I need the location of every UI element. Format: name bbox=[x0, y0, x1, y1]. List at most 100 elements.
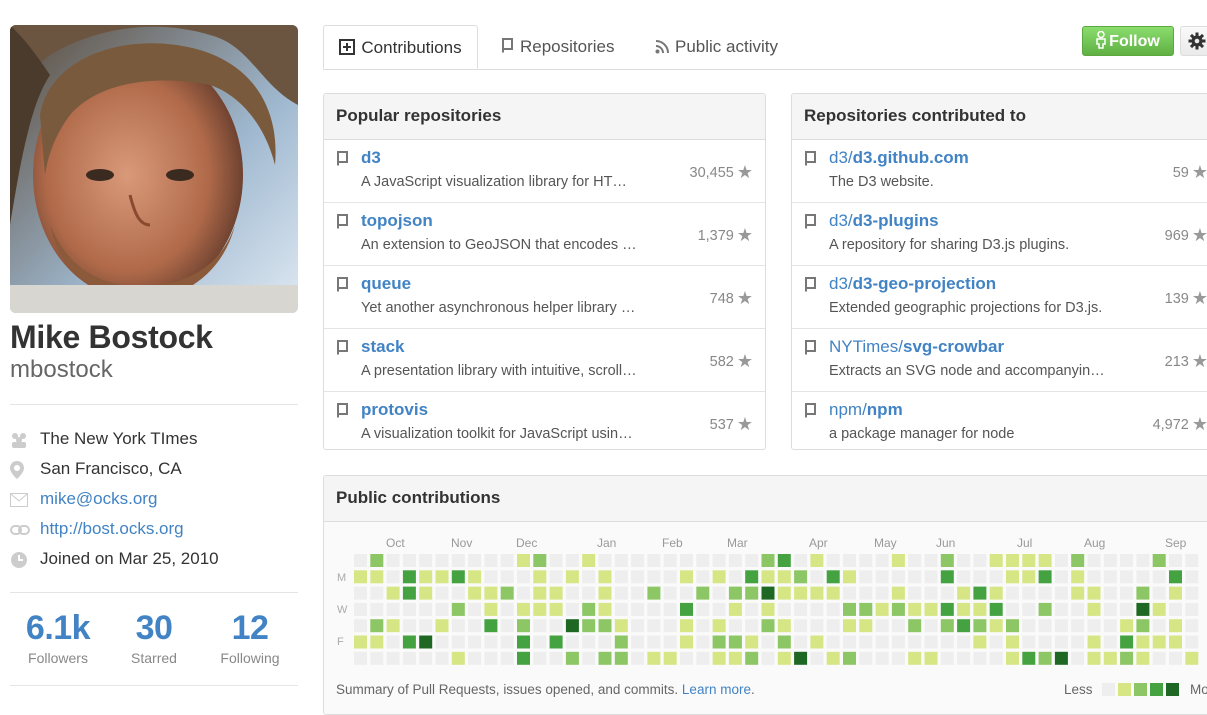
contribution-day[interactable] bbox=[924, 602, 938, 616]
repo-name-link[interactable]: d3 bbox=[361, 148, 381, 168]
repo-name-link[interactable]: d3/d3-plugins bbox=[829, 211, 939, 231]
contribution-day[interactable] bbox=[419, 651, 433, 665]
learn-more-link[interactable]: Learn more bbox=[682, 682, 751, 697]
contribution-day[interactable] bbox=[989, 570, 1003, 584]
contribution-day[interactable] bbox=[1071, 570, 1085, 584]
contribution-day[interactable] bbox=[875, 570, 889, 584]
contribution-day[interactable] bbox=[745, 586, 759, 600]
contribution-day[interactable] bbox=[1169, 586, 1182, 600]
contribution-day[interactable] bbox=[843, 635, 856, 649]
contribution-day[interactable] bbox=[1152, 635, 1166, 649]
contribution-day[interactable] bbox=[614, 602, 628, 616]
contribution-day[interactable] bbox=[1169, 619, 1182, 633]
contribution-day[interactable] bbox=[957, 635, 971, 649]
contribution-day[interactable] bbox=[435, 651, 449, 665]
contribution-day[interactable] bbox=[1185, 651, 1199, 665]
contribution-day[interactable] bbox=[826, 570, 840, 584]
contribution-day[interactable] bbox=[745, 554, 759, 567]
contribution-day[interactable] bbox=[500, 570, 514, 584]
contribution-day[interactable] bbox=[533, 602, 547, 616]
contribution-day[interactable] bbox=[598, 651, 612, 665]
contribution-day[interactable] bbox=[1038, 635, 1052, 649]
contribution-day[interactable] bbox=[696, 570, 710, 584]
contribution-day[interactable] bbox=[1006, 554, 1019, 567]
contribution-day[interactable] bbox=[370, 554, 384, 567]
contribution-day[interactable] bbox=[712, 635, 726, 649]
contribution-day[interactable] bbox=[1185, 602, 1199, 616]
repo-stars[interactable]: 582 ★ bbox=[710, 351, 753, 372]
contribution-day[interactable] bbox=[728, 586, 742, 600]
contribution-day[interactable] bbox=[663, 619, 677, 633]
repo-stars[interactable]: 139 ★ bbox=[1165, 288, 1207, 309]
contribution-day[interactable] bbox=[1054, 554, 1068, 567]
repo-name-link[interactable]: NYTimes/svg-crowbar bbox=[829, 337, 1004, 357]
contribution-day[interactable] bbox=[631, 619, 645, 633]
contribution-day[interactable] bbox=[647, 602, 661, 616]
contribution-day[interactable] bbox=[843, 651, 856, 665]
contribution-day[interactable] bbox=[582, 635, 596, 649]
contribution-day[interactable] bbox=[565, 570, 579, 584]
contribution-day[interactable] bbox=[745, 635, 759, 649]
contribution-day[interactable] bbox=[663, 602, 677, 616]
contribution-day[interactable] bbox=[761, 635, 775, 649]
contribution-day[interactable] bbox=[468, 554, 482, 567]
contribution-day[interactable] bbox=[810, 619, 824, 633]
contribution-day[interactable] bbox=[517, 554, 530, 567]
contribution-day[interactable] bbox=[957, 619, 971, 633]
repo-name-link[interactable]: stack bbox=[361, 337, 404, 357]
repo-name-link[interactable]: queue bbox=[361, 274, 411, 294]
contribution-day[interactable] bbox=[973, 635, 987, 649]
settings-button[interactable] bbox=[1180, 26, 1207, 56]
contribution-day[interactable] bbox=[924, 554, 938, 567]
contribution-day[interactable] bbox=[1152, 554, 1166, 567]
contribution-day[interactable] bbox=[680, 651, 693, 665]
contribution-day[interactable] bbox=[745, 651, 759, 665]
contribution-day[interactable] bbox=[957, 570, 971, 584]
contribution-day[interactable] bbox=[419, 635, 433, 649]
contribution-day[interactable] bbox=[614, 586, 628, 600]
contribution-day[interactable] bbox=[500, 651, 514, 665]
contribution-day[interactable] bbox=[1152, 651, 1166, 665]
contribution-day[interactable] bbox=[973, 602, 987, 616]
tab-public-activity[interactable]: Public activity bbox=[655, 25, 778, 69]
contribution-day[interactable] bbox=[973, 586, 987, 600]
contribution-day[interactable] bbox=[484, 570, 498, 584]
contribution-day[interactable] bbox=[908, 586, 922, 600]
contribution-day[interactable] bbox=[614, 570, 628, 584]
contribution-day[interactable] bbox=[794, 651, 808, 665]
contribution-day[interactable] bbox=[1087, 635, 1101, 649]
repo-row[interactable]: d3/d3-geo-projection Extended geographic … bbox=[792, 266, 1207, 329]
contribution-day[interactable] bbox=[386, 602, 400, 616]
contribution-day[interactable] bbox=[614, 635, 628, 649]
contribution-day[interactable] bbox=[1103, 586, 1117, 600]
contribution-day[interactable] bbox=[810, 570, 824, 584]
contribution-day[interactable] bbox=[696, 635, 710, 649]
repo-stars[interactable]: 537 ★ bbox=[710, 414, 753, 435]
contribution-day[interactable] bbox=[370, 570, 384, 584]
contribution-day[interactable] bbox=[582, 586, 596, 600]
contribution-day[interactable] bbox=[1152, 602, 1166, 616]
contribution-day[interactable] bbox=[777, 635, 791, 649]
contribution-day[interactable] bbox=[354, 602, 367, 616]
contribution-day[interactable] bbox=[1022, 602, 1036, 616]
contribution-day[interactable] bbox=[549, 570, 563, 584]
contribution-day[interactable] bbox=[582, 554, 596, 567]
repo-name-link[interactable]: d3/d3.github.com bbox=[829, 148, 969, 168]
contribution-day[interactable] bbox=[761, 586, 775, 600]
contribution-day[interactable] bbox=[354, 651, 367, 665]
contribution-day[interactable] bbox=[402, 602, 416, 616]
contribution-day[interactable] bbox=[1006, 651, 1019, 665]
contribution-day[interactable] bbox=[1136, 619, 1150, 633]
contribution-day[interactable] bbox=[924, 635, 938, 649]
contribution-day[interactable] bbox=[468, 570, 482, 584]
email-link[interactable]: mike@ocks.org bbox=[40, 489, 157, 508]
contribution-day[interactable] bbox=[712, 651, 726, 665]
contribution-day[interactable] bbox=[386, 586, 400, 600]
contribution-day[interactable] bbox=[1136, 602, 1150, 616]
contribution-day[interactable] bbox=[826, 619, 840, 633]
repo-stars[interactable]: 4,972 ★ bbox=[1153, 414, 1207, 435]
contribution-day[interactable] bbox=[1152, 586, 1166, 600]
contribution-day[interactable] bbox=[1071, 635, 1085, 649]
contribution-day[interactable] bbox=[1087, 586, 1101, 600]
repo-stars[interactable]: 748 ★ bbox=[710, 288, 753, 309]
